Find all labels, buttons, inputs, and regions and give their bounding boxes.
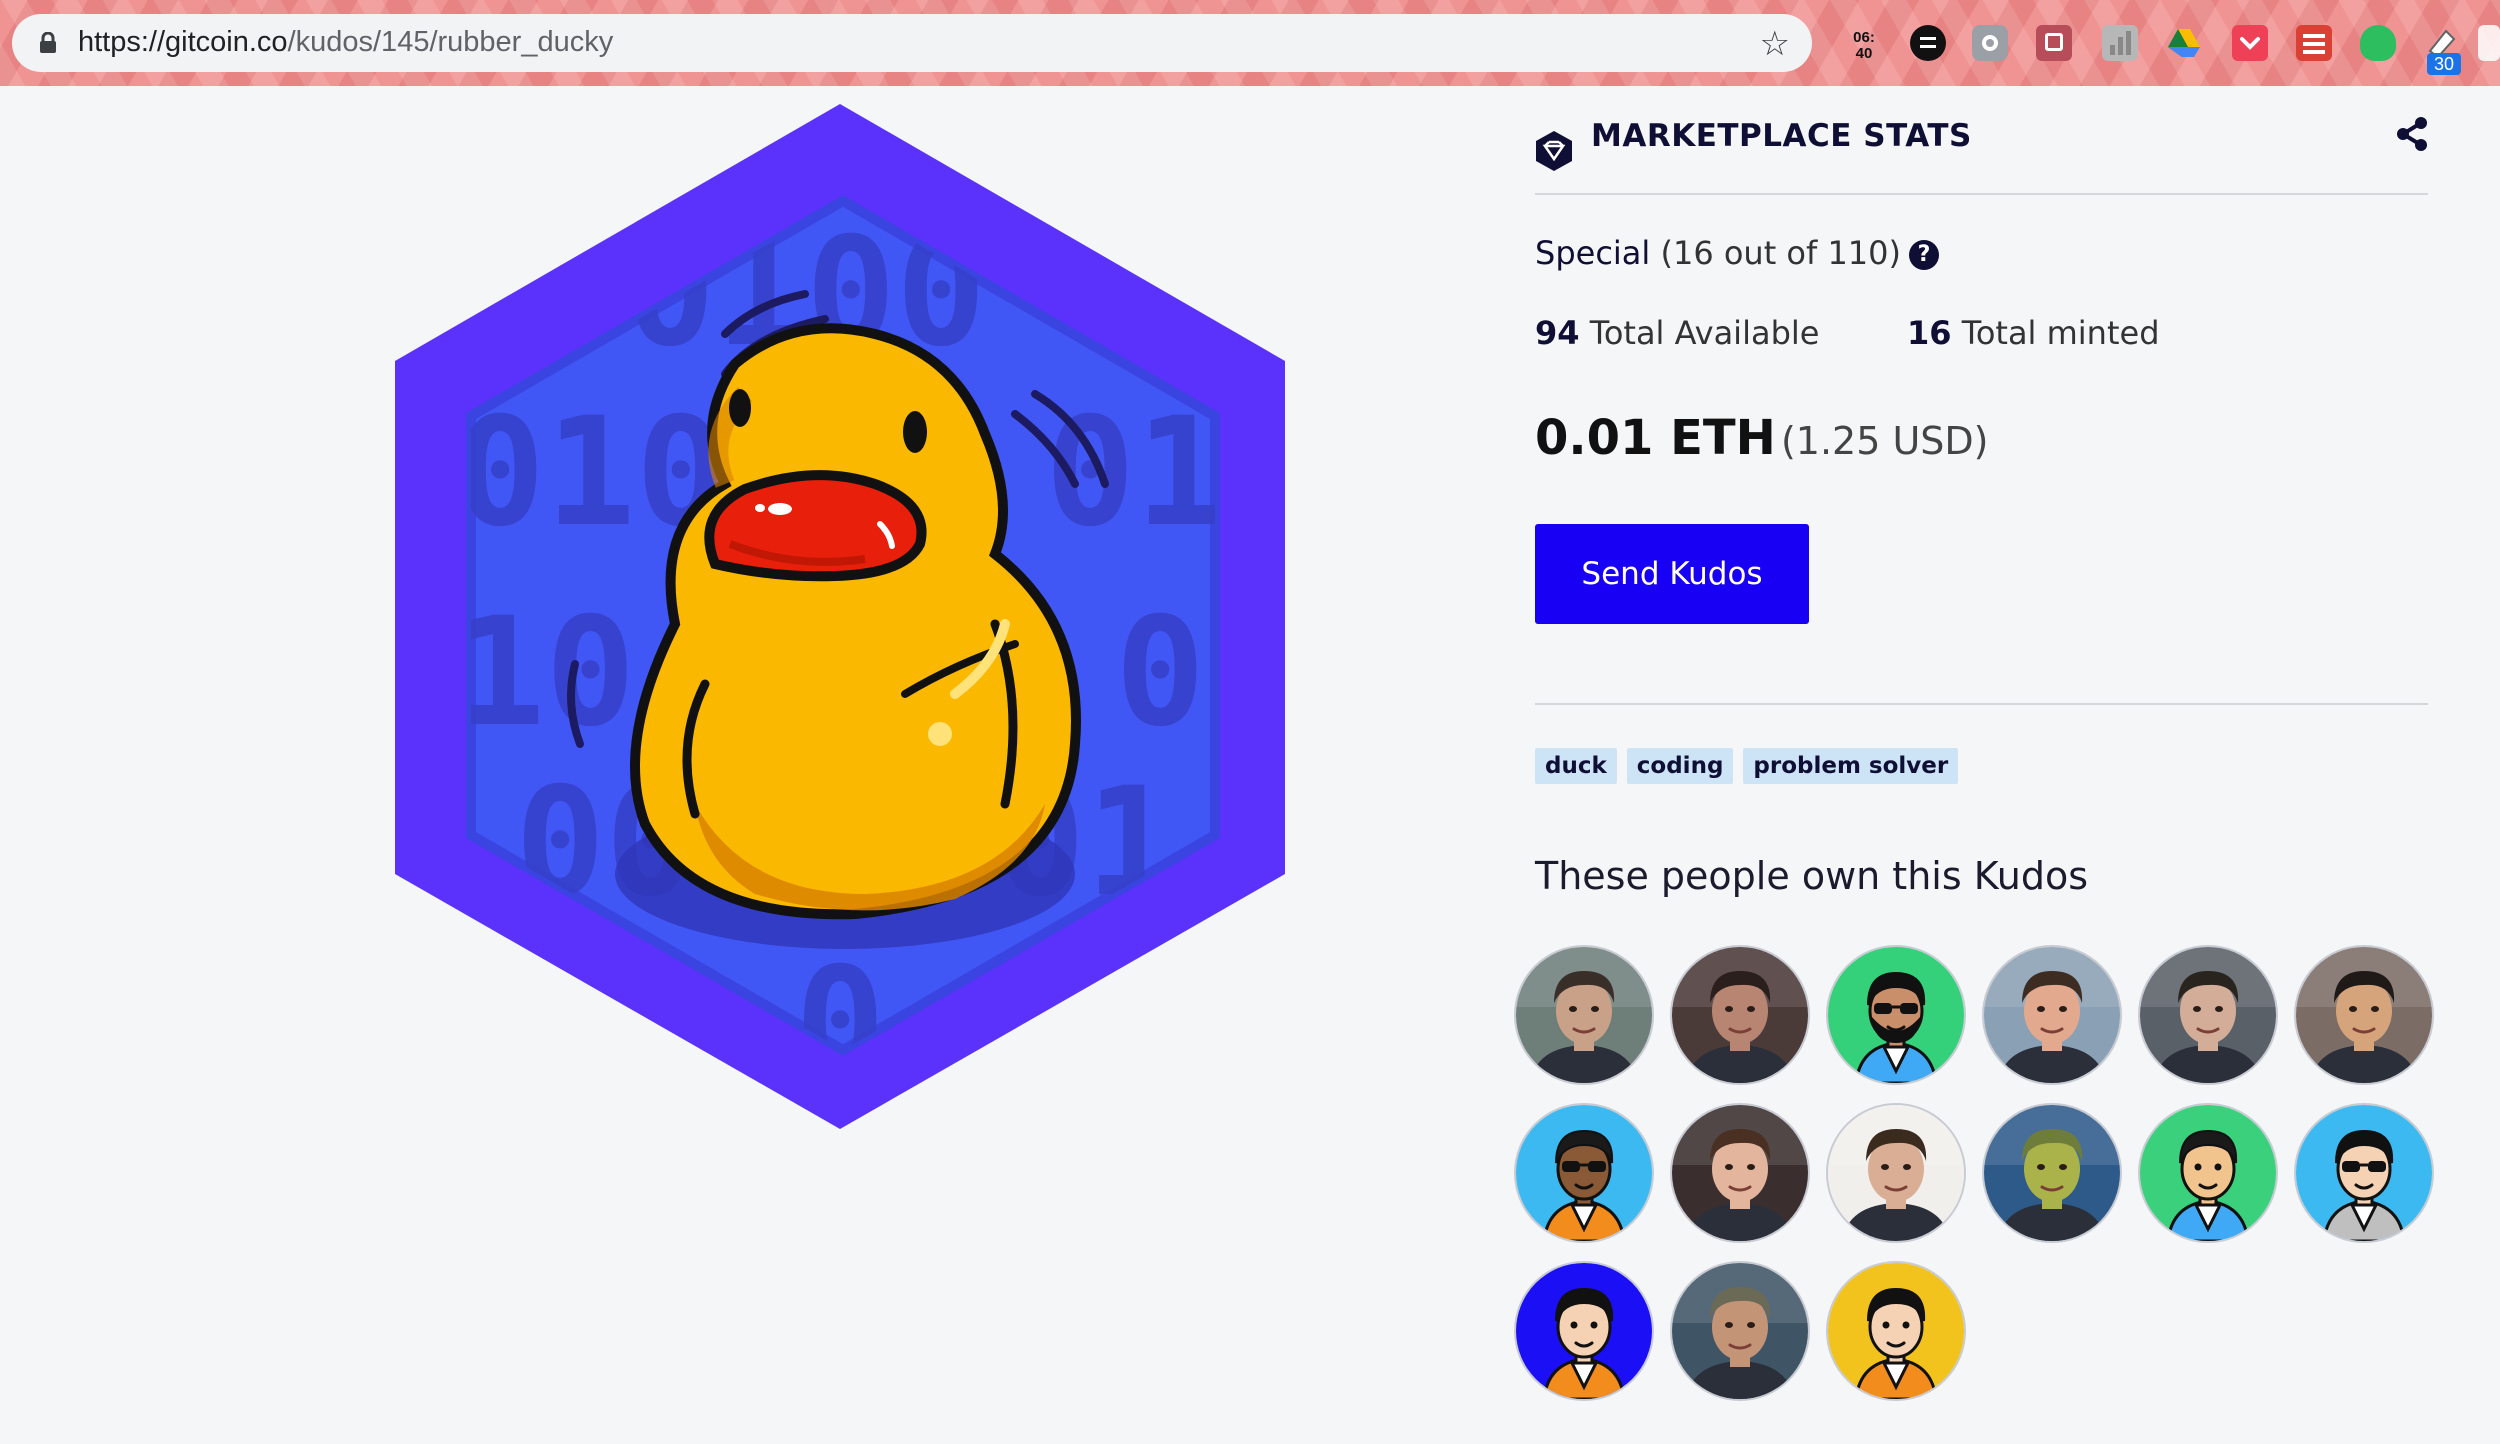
menu-overflow-icon[interactable] — [2478, 25, 2500, 61]
owner-avatar[interactable] — [1826, 1103, 1966, 1243]
available-label: Total Available — [1579, 314, 1820, 352]
price-eth: 0.01 ETH — [1535, 410, 1776, 466]
todoist-icon[interactable] — [2296, 25, 2332, 61]
camera-extension-icon[interactable] — [1972, 25, 2008, 61]
price: 0.01 ETH (1.25 USD) — [1535, 410, 1988, 466]
tag-list: duck coding problem solver — [1535, 748, 1959, 784]
lock-icon — [40, 32, 56, 53]
owner-avatar[interactable] — [1514, 1261, 1654, 1401]
bookmark-star-icon[interactable]: ☆ — [1760, 24, 1790, 64]
address-bar[interactable]: https://gitcoin.co/kudos/145/rubber_duck… — [12, 14, 1812, 72]
owner-avatar[interactable] — [2294, 945, 2434, 1085]
binary-text: 0 — [1115, 586, 1205, 760]
browser-toolbar: https://gitcoin.co/kudos/145/rubber_duck… — [0, 0, 2500, 86]
binary-text: 10 — [455, 586, 636, 760]
divider — [1535, 193, 2428, 195]
owner-avatar[interactable] — [1670, 1261, 1810, 1401]
owners-heading: These people own this Kudos — [1535, 854, 2089, 898]
owner-avatar[interactable] — [1982, 945, 2122, 1085]
extension-badge-count: 30 — [2427, 53, 2461, 75]
clock-minutes: 40 — [1855, 45, 1873, 62]
url-text: https://gitcoin.co/kudos/145/rubber_duck… — [78, 26, 613, 59]
send-kudos-button[interactable]: Send Kudos — [1535, 524, 1809, 624]
owner-avatar[interactable] — [1826, 945, 1966, 1085]
tag-duck[interactable]: duck — [1535, 748, 1617, 784]
help-icon[interactable]: ? — [1909, 240, 1939, 270]
owner-avatar[interactable] — [1982, 1103, 2122, 1243]
price-usd: (1.25 USD) — [1780, 419, 1989, 463]
total-minted: 16 Total minted — [1907, 314, 2160, 352]
url-path: /kudos/145/rubber_ducky — [287, 26, 614, 58]
tag-problem-solver[interactable]: problem solver — [1743, 748, 1959, 784]
chart-extension-icon[interactable] — [2102, 25, 2138, 61]
owner-avatar[interactable] — [1670, 1103, 1810, 1243]
url-host: https://gitcoin.co — [78, 26, 288, 58]
rarity-detail: (16 out of 110) — [1650, 234, 1901, 272]
owner-avatar[interactable] — [2138, 945, 2278, 1085]
pocket-icon[interactable] — [2232, 25, 2268, 61]
minted-count: 16 — [1907, 314, 1952, 352]
save-extension-icon[interactable] — [2036, 25, 2072, 61]
owner-avatar[interactable] — [1826, 1261, 1966, 1401]
available-count: 94 — [1535, 314, 1580, 352]
extension-minus-icon[interactable] — [1910, 25, 1946, 61]
clock-hours: 06: — [1853, 29, 1875, 46]
diamond-icon — [1536, 131, 1572, 171]
clock-extension-icon[interactable]: 06: 40 — [1844, 30, 1884, 62]
tag-coding[interactable]: coding — [1626, 748, 1734, 784]
owner-avatar[interactable] — [2294, 1103, 2434, 1243]
google-drive-icon[interactable] — [2166, 25, 2202, 61]
total-available: 94 Total Available — [1535, 314, 1819, 352]
evernote-icon[interactable] — [2360, 25, 2396, 61]
minted-label: Total minted — [1951, 314, 2160, 352]
rarity-level: Special — [1535, 234, 1651, 272]
divider — [1535, 703, 2428, 705]
owners-grid — [1514, 945, 2434, 1401]
rarity-info: Special (16 out of 110)? — [1535, 234, 1939, 272]
marketplace-stats-title: MARKETPLACE STATS — [1591, 118, 1972, 154]
owner-avatar[interactable] — [1514, 1103, 1654, 1243]
share-icon[interactable] — [2396, 116, 2428, 152]
kudos-artwork: 0100 010 010 10 0 00 01 0 — [395, 104, 1285, 1129]
owner-avatar[interactable] — [2138, 1103, 2278, 1243]
owner-avatar[interactable] — [1670, 945, 1810, 1085]
owner-avatar[interactable] — [1514, 945, 1654, 1085]
